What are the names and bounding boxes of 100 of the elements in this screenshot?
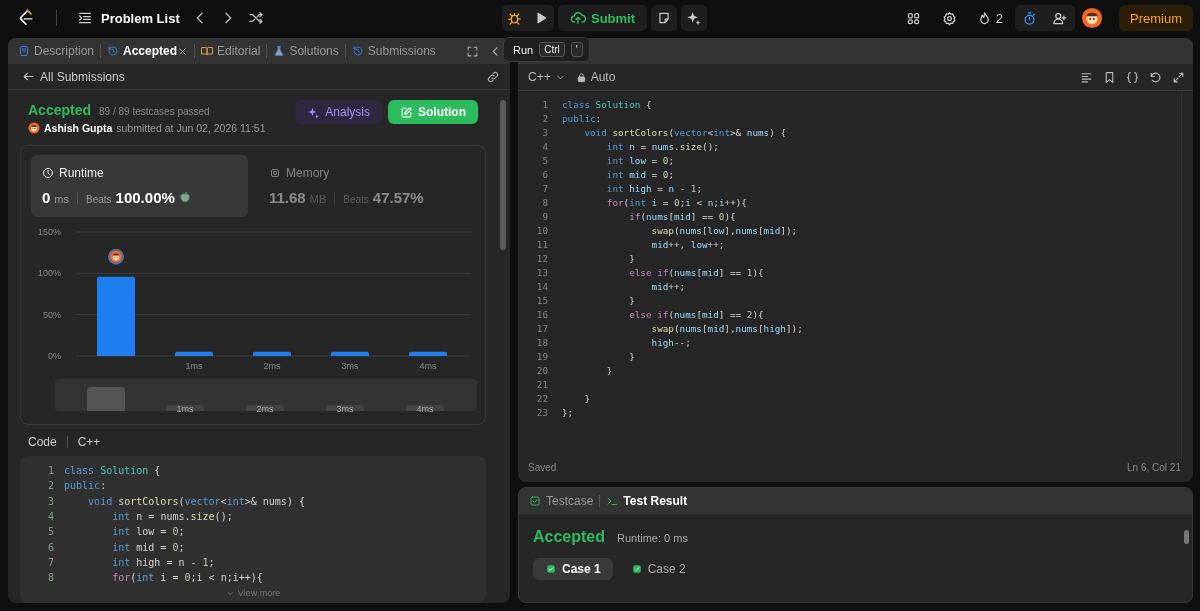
align-left-icon[interactable] — [1080, 70, 1093, 84]
tab[interactable]: Test Result — [606, 494, 688, 508]
save-status: Saved — [528, 462, 557, 473]
chart-bar[interactable] — [331, 351, 369, 356]
submit-button[interactable]: Submit — [557, 5, 648, 31]
line-number: 5 — [541, 154, 548, 166]
chart-overview[interactable]: 1ms 2ms 3ms 4ms — [55, 379, 477, 411]
line-number: 7 — [541, 182, 548, 194]
runtime-text: Runtime: 0 ms — [617, 532, 688, 544]
note-button[interactable] — [651, 5, 678, 31]
author-name: Ashish Gupta — [44, 122, 113, 134]
key-hint: ' — [570, 42, 583, 57]
avatar-icon — [108, 248, 124, 265]
code-line: int n = nums.size(); — [605, 140, 719, 152]
expand-icon[interactable] — [1172, 70, 1185, 84]
document-icon — [18, 45, 30, 57]
gear-icon — [942, 10, 958, 26]
tab[interactable]: Testcase — [529, 494, 594, 508]
code-line: }; — [562, 406, 574, 418]
avatar-icon[interactable] — [1081, 7, 1103, 29]
tab[interactable]: Editorial — [201, 38, 261, 64]
bookmark-icon[interactable] — [1103, 70, 1116, 84]
axis-label: 1ms — [166, 405, 204, 411]
checkbox-icon — [529, 495, 541, 507]
code-line: swap(nums[low],nums[mid]); — [650, 224, 798, 236]
axis-label: 150% — [37, 227, 61, 237]
line-number: 22 — [535, 392, 548, 404]
axis-label: 50% — [43, 309, 61, 320]
line-number: 2 — [46, 480, 54, 492]
code-line: } — [605, 364, 613, 376]
chart-bar[interactable] — [409, 351, 447, 356]
line-number: 8 — [46, 572, 54, 584]
grid-icon — [906, 10, 922, 26]
tab[interactable]: Submissions — [351, 38, 436, 64]
list-icon — [77, 10, 93, 26]
problem-list-link[interactable]: Problem List — [77, 10, 180, 26]
code-line: for(int i = 0;i < n;i++){ — [111, 572, 263, 584]
terminal-icon — [606, 495, 619, 507]
line-number: 16 — [535, 308, 548, 320]
submitted-time: submitted at Jun 02, 2026 11:51 — [116, 122, 266, 134]
stat-unit: ms — [54, 193, 69, 205]
premium-button[interactable]: Premium — [1119, 5, 1193, 31]
axis-label: 3ms — [326, 405, 364, 411]
code-line: public: — [64, 480, 107, 492]
testcases-text: 89 / 89 testcases passed — [99, 106, 210, 117]
streak-counter[interactable]: 2 — [970, 5, 1009, 31]
close-icon[interactable] — [177, 45, 189, 57]
line-number: 11 — [535, 238, 548, 250]
code-line: int high = n - 1; — [605, 182, 703, 194]
axis-label: 2ms — [263, 361, 281, 371]
arrow-left-icon — [22, 70, 35, 83]
case-tab[interactable]: Case 1 — [533, 558, 613, 580]
stat-label: Memory — [286, 166, 330, 180]
braces-icon[interactable] — [1126, 70, 1139, 84]
axis-label: 2ms — [246, 405, 284, 411]
line-number: 21 — [535, 378, 548, 390]
axis-label: 1ms — [185, 361, 203, 371]
history-icon — [351, 45, 364, 57]
code-line: void sortColors(vector<int>& nums) { — [87, 495, 305, 507]
shuffle-icon[interactable] — [247, 10, 264, 26]
code-line: else if(nums[mid] == 2){ — [628, 308, 764, 320]
line-number: 3 — [46, 495, 54, 507]
axis-label: 3ms — [341, 361, 359, 371]
code-line: class Solution { — [64, 465, 161, 477]
line-number: 14 — [535, 280, 548, 292]
analysis-button[interactable]: Analysis — [295, 100, 382, 124]
code-line: int mid = 0; — [605, 168, 675, 180]
link-icon[interactable] — [486, 69, 500, 84]
undo-icon[interactable] — [1149, 70, 1162, 84]
code-line: int mid = 0; — [111, 541, 185, 553]
stat-card[interactable]: Runtime 0 ms Beats 100.00% — [31, 155, 248, 217]
code-line: int n = nums.size(); — [111, 511, 233, 523]
code-line: int high = n - 1; — [111, 556, 215, 568]
line-number: 20 — [535, 364, 548, 376]
result-status: Accepted — [533, 528, 606, 546]
all-submissions-link[interactable]: All Submissions — [22, 69, 125, 84]
tooltip-label: Run — [513, 43, 534, 56]
beats-value: 47.57% — [372, 189, 424, 206]
tab[interactable]: Solutions — [273, 38, 339, 64]
case-tab[interactable]: Case 2 — [618, 558, 698, 580]
code-line: mid++; — [650, 280, 686, 292]
code-line: high--; — [650, 336, 691, 348]
chart-bar[interactable] — [253, 351, 291, 356]
axis-label: 4ms — [419, 361, 437, 371]
line-number: 10 — [535, 224, 548, 236]
ai-button[interactable] — [681, 5, 708, 31]
flask-icon — [273, 45, 286, 57]
stat-value: 0 — [42, 189, 51, 206]
tab[interactable]: Description — [18, 38, 95, 64]
language-select[interactable]: C++ — [528, 70, 566, 84]
chart-bar[interactable] — [175, 351, 213, 356]
tab[interactable]: Accepted — [107, 38, 178, 64]
mode-select[interactable]: Auto — [575, 70, 616, 84]
code-line: void sortColors(vector<int>& nums) { — [583, 126, 787, 138]
check-icon — [631, 564, 642, 574]
apple-icon — [178, 191, 191, 203]
key-hint: Ctrl — [539, 42, 565, 57]
fullscreen-icon[interactable] — [466, 44, 479, 58]
axis-label: 4ms — [406, 405, 444, 411]
line-number: 2 — [541, 112, 548, 124]
